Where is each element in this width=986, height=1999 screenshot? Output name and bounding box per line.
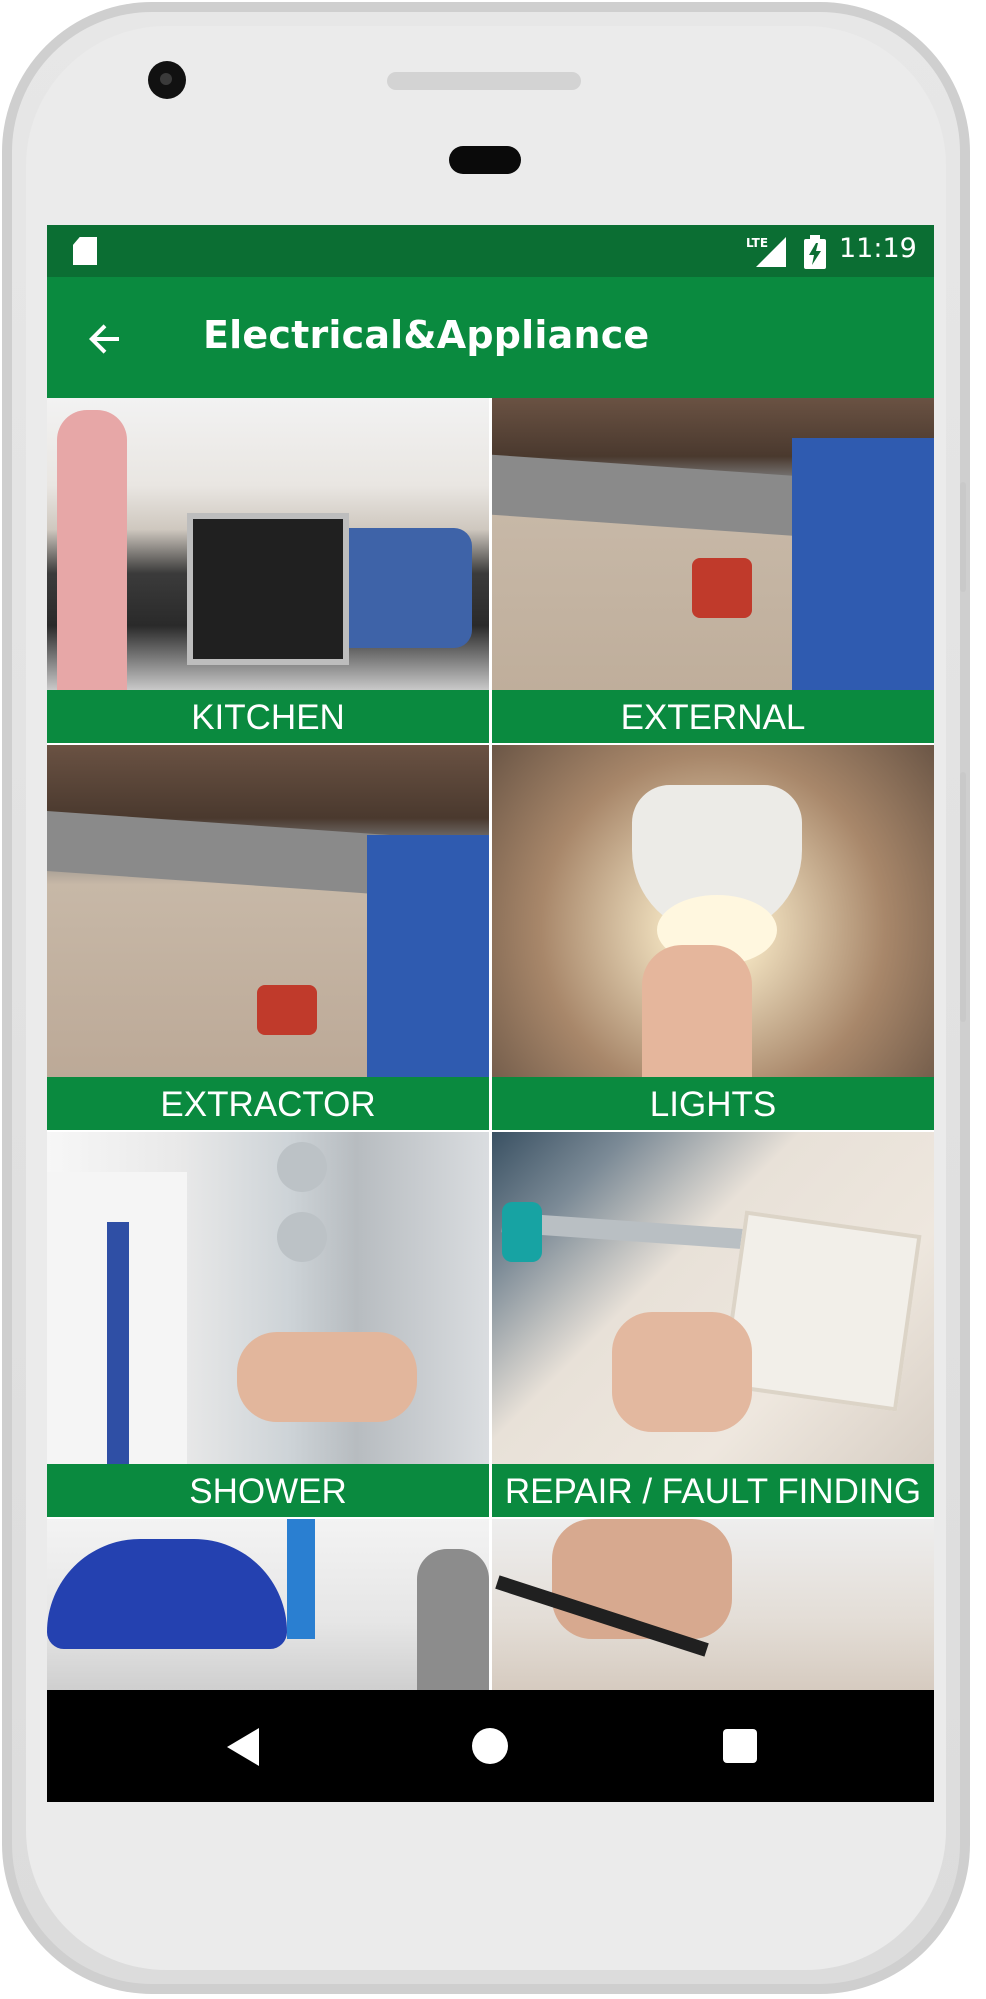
external-photo bbox=[492, 398, 934, 690]
shower-photo bbox=[47, 1132, 489, 1464]
power-button bbox=[960, 772, 966, 1022]
repair-photo bbox=[492, 1132, 934, 1464]
lte-signal-icon: LTE bbox=[746, 236, 786, 267]
category-label-shower: SHOWER bbox=[47, 1464, 489, 1517]
earpiece bbox=[449, 146, 521, 174]
category-tile-repair[interactable]: REPAIR / FAULT FINDING bbox=[492, 1132, 934, 1517]
lights-photo bbox=[492, 745, 934, 1077]
category-tile-shower[interactable]: SHOWER bbox=[47, 1132, 489, 1517]
category-label-external: EXTERNAL bbox=[492, 690, 934, 743]
category-tile-extractor[interactable]: EXTRACTOR bbox=[47, 745, 489, 1130]
plumbing-photo bbox=[47, 1519, 489, 1690]
category-tile-plumbing[interactable] bbox=[47, 1519, 489, 1690]
category-tile-kitchen[interactable]: KITCHEN bbox=[47, 398, 489, 743]
screen: LTE 11:19 Electrical&Appliance KITCHEN E… bbox=[47, 225, 934, 1802]
category-label-kitchen: KITCHEN bbox=[47, 690, 489, 743]
category-tile-external[interactable]: EXTERNAL bbox=[492, 398, 934, 743]
volume-button bbox=[960, 482, 966, 592]
category-grid: KITCHEN EXTERNAL EXTRACTOR LIGHTS SHOWER… bbox=[47, 398, 934, 1802]
front-camera bbox=[148, 61, 186, 99]
app-bar: Electrical&Appliance bbox=[47, 277, 934, 398]
battery-charging-icon bbox=[804, 235, 826, 269]
category-label-lights: LIGHTS bbox=[492, 1077, 934, 1130]
circle-home-icon[interactable] bbox=[472, 1728, 508, 1764]
category-tile-wiring[interactable] bbox=[492, 1519, 934, 1690]
network-type: LTE bbox=[746, 236, 768, 250]
arrow-left-icon[interactable] bbox=[81, 315, 129, 363]
status-time: 11:19 bbox=[839, 233, 917, 264]
square-recents-icon[interactable] bbox=[723, 1729, 757, 1763]
category-tile-lights[interactable]: LIGHTS bbox=[492, 745, 934, 1130]
system-nav-bar bbox=[47, 1690, 934, 1802]
wiring-photo bbox=[492, 1519, 934, 1690]
category-label-extractor: EXTRACTOR bbox=[47, 1077, 489, 1130]
triangle-back-icon[interactable] bbox=[225, 1728, 261, 1766]
status-bar: LTE 11:19 bbox=[47, 225, 934, 277]
category-label-repair: REPAIR / FAULT FINDING bbox=[492, 1464, 934, 1517]
sd-card-icon bbox=[73, 237, 97, 265]
page-title: Electrical&Appliance bbox=[203, 313, 650, 357]
speaker-grille bbox=[387, 72, 581, 90]
extractor-photo bbox=[47, 745, 489, 1077]
kitchen-photo bbox=[47, 398, 489, 690]
